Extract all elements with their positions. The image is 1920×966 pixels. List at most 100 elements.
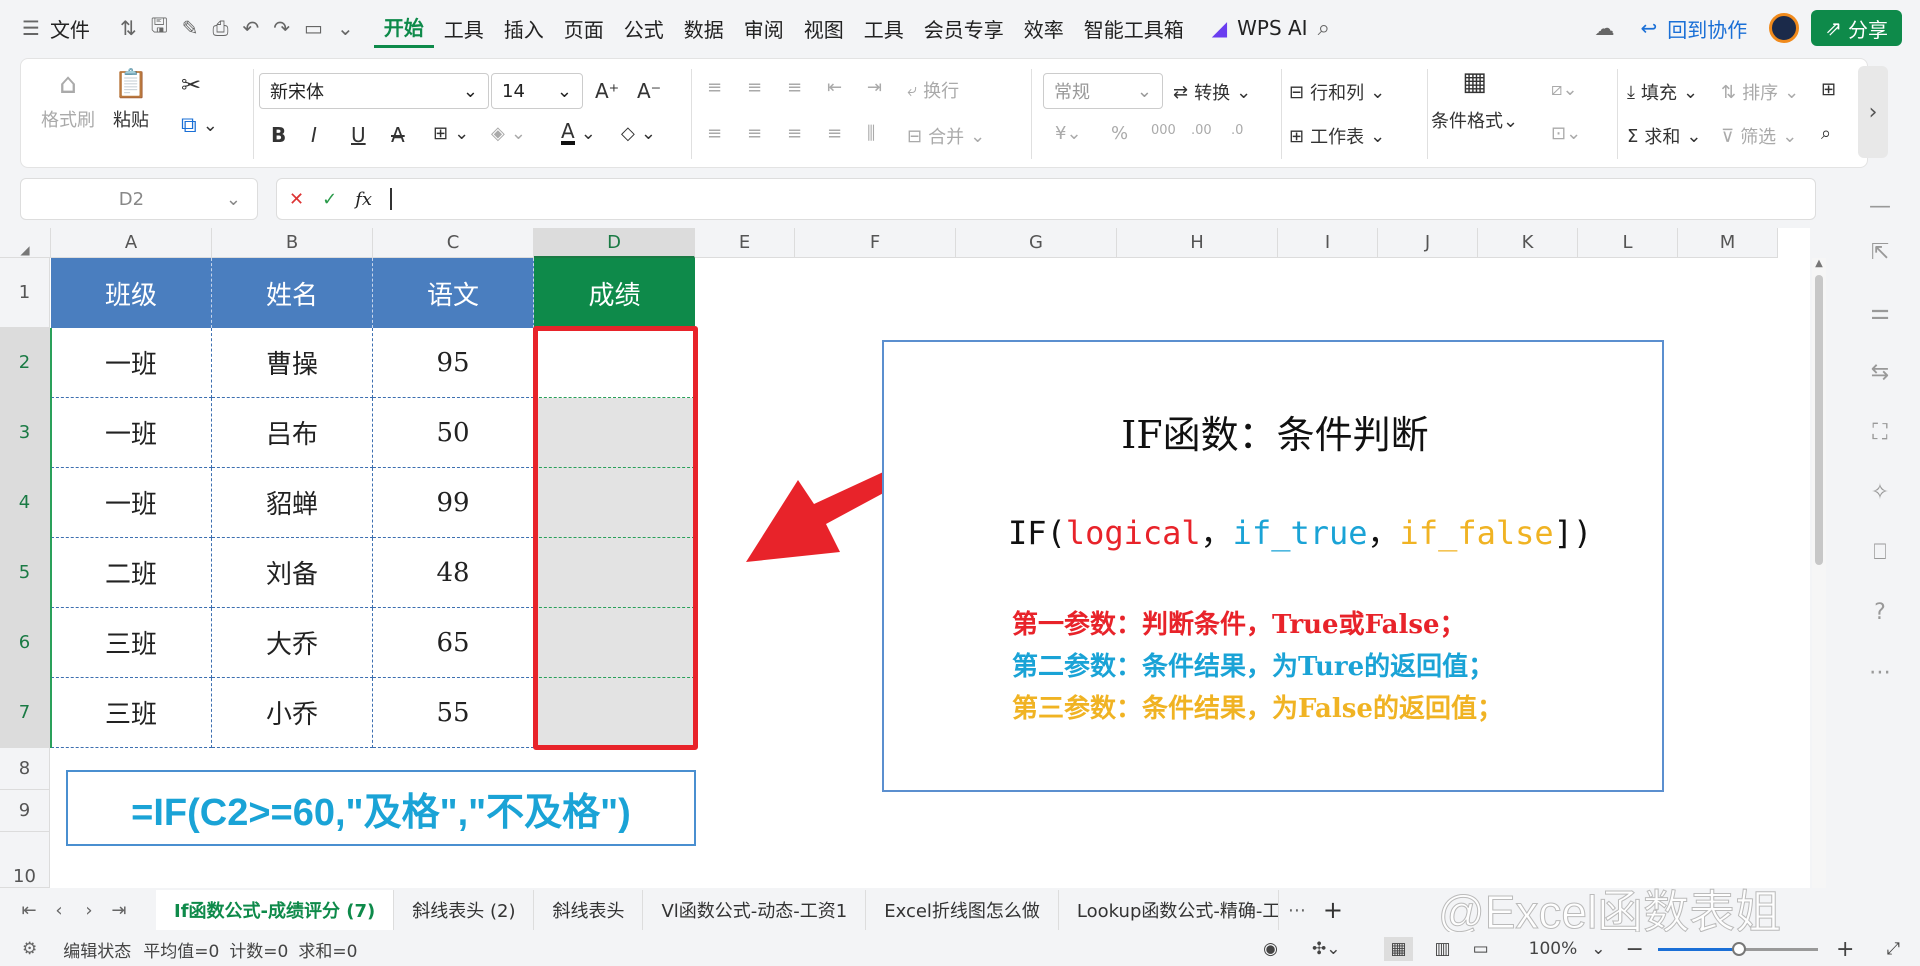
sheet-tab[interactable]: Lookup函数公式-精确-工资 [1059, 890, 1279, 930]
tab-home[interactable]: 开始 [373, 8, 434, 48]
save-icon[interactable]: 🖫 [151, 11, 168, 45]
col-header-j[interactable]: J [1378, 228, 1478, 258]
cut-button[interactable]: ✂ [181, 71, 201, 99]
table-cell[interactable]: 刘备 [212, 538, 373, 608]
table-cell[interactable]: 50 [373, 398, 534, 468]
cancel-icon[interactable]: ✕ [289, 189, 304, 210]
fill-button[interactable]: ⤓ 填充 ⌄ [1627, 79, 1698, 105]
conditional-format-button[interactable]: ▦ 条件格式⌄ [1431, 67, 1518, 133]
table-cell[interactable]: 99 [373, 468, 534, 538]
number-format-select[interactable]: 常规 ⌄ [1043, 73, 1163, 109]
chevron-down-icon[interactable]: ⌄ [1591, 939, 1605, 959]
confirm-icon[interactable]: ✓ [322, 189, 337, 210]
sheet-tab[interactable]: If函数公式-成绩评分 (7) [156, 890, 395, 930]
col-header-e[interactable]: E [695, 228, 795, 258]
wrap-text-button[interactable]: ⤶ 换行 [907, 77, 959, 103]
undo-history-icon[interactable]: ⇅ [120, 16, 137, 40]
table-cell[interactable]: 一班 [51, 398, 212, 468]
sum-button[interactable]: Σ 求和 ⌄ [1627, 123, 1701, 149]
book-icon[interactable]: ⎕ [1864, 536, 1896, 568]
table-cell[interactable]: 95 [373, 328, 534, 398]
normal-view-icon[interactable]: ▦ [1384, 937, 1413, 961]
rows-cols-button[interactable]: ⊟ 行和列 ⌄ [1289, 79, 1385, 105]
table-cell[interactable]: 一班 [51, 468, 212, 538]
redo-icon[interactable]: ↷ [273, 16, 290, 40]
row-header-7[interactable]: 7 [0, 678, 50, 748]
zoom-out-icon[interactable]: − [1626, 937, 1644, 962]
table-style-button[interactable]: ⊡⌄ [1551, 123, 1581, 144]
sheet-tab[interactable]: 斜线表头 [534, 890, 644, 930]
table-cell[interactable]: 吕布 [212, 398, 373, 468]
tab-tools[interactable]: 工具 [434, 8, 494, 48]
align-middle-button[interactable]: ≡ [747, 77, 762, 98]
font-color-button[interactable]: A ⌄ [561, 121, 596, 145]
align-bottom-button[interactable]: ≡ [787, 77, 802, 98]
undo-icon[interactable]: ↶ [243, 16, 260, 40]
decimal-decrease-button[interactable]: .0 [1231, 123, 1243, 138]
format-painter-button[interactable]: ⌂ 格式刷 [41, 67, 95, 132]
tab-review[interactable]: 审阅 [734, 8, 794, 48]
vertical-scrollbar[interactable]: ▲ [1812, 258, 1826, 888]
merge-button[interactable]: ⊟ 合并 ⌄ [907, 123, 985, 149]
col-header-d[interactable]: D [534, 228, 695, 258]
sheet-tab[interactable]: 斜线表头 (2) [394, 890, 535, 930]
zoom-in-icon[interactable]: + [1836, 937, 1854, 962]
zoom-slider-thumb[interactable] [1731, 941, 1746, 956]
col-header-a[interactable]: A [51, 228, 212, 258]
tab-page[interactable]: 页面 [554, 8, 614, 48]
col-header-b[interactable]: B [212, 228, 373, 258]
table-cell[interactable]: 小乔 [212, 678, 373, 748]
cloud-sync-icon[interactable]: ☁ [1594, 16, 1614, 40]
tab-smart-toolbox[interactable]: 智能工具箱 [1074, 8, 1194, 48]
row-header-1[interactable]: 1 [0, 258, 50, 328]
sheet-tab[interactable]: Vl函数公式-动态-工资1 [643, 890, 867, 930]
align-top-button[interactable]: ≡ [707, 77, 722, 98]
col-header-l[interactable]: L [1578, 228, 1678, 258]
tab-efficiency[interactable]: 效率 [1014, 8, 1074, 48]
eye-icon[interactable]: ◉ [1263, 939, 1278, 959]
italic-button[interactable]: I [311, 123, 317, 147]
decimal-increase-button[interactable]: .00 [1191, 123, 1212, 138]
col-header-c[interactable]: C [373, 228, 534, 258]
distribute-button[interactable]: ⫼ [867, 123, 875, 144]
table-cell[interactable]: 大乔 [212, 608, 373, 678]
increase-font-button[interactable]: A⁺ [595, 79, 619, 103]
font-size-select[interactable]: 14 ⌄ [491, 73, 583, 109]
vertical-scroll-thumb[interactable] [1815, 275, 1823, 565]
tab-member[interactable]: 会员专享 [914, 8, 1014, 48]
bold-button[interactable]: B [271, 123, 286, 147]
currency-button[interactable]: ¥⌄ [1055, 123, 1082, 144]
transfer-icon[interactable]: ⇆ [1864, 356, 1896, 388]
row-header-9[interactable]: 9 [0, 790, 50, 832]
header-cell-name[interactable]: 姓名 [212, 258, 373, 328]
col-header-h[interactable]: H [1117, 228, 1278, 258]
crosshair-icon[interactable]: ✣⌄ [1312, 939, 1341, 959]
window-icon[interactable]: ▭ [304, 16, 323, 40]
sort-button[interactable]: ⇅ 排序 ⌄ [1721, 79, 1799, 105]
row-header-5[interactable]: 5 [0, 538, 50, 608]
prev-sheet-icon[interactable]: ‹ [44, 900, 74, 921]
strikethrough-button[interactable]: A [391, 123, 405, 147]
zoom-slider[interactable] [1657, 941, 1818, 956]
first-sheet-icon[interactable]: ⇤ [14, 900, 44, 921]
tab-tools-2[interactable]: 工具 [854, 8, 914, 48]
row-header-8[interactable]: 8 [0, 748, 50, 790]
share-button[interactable]: ⇗ 分享 [1811, 10, 1902, 46]
percent-button[interactable]: % [1111, 123, 1128, 144]
menu-file[interactable]: 文件 [40, 8, 100, 48]
worksheet-button[interactable]: ⊞ 工作表 ⌄ [1289, 123, 1385, 149]
print-preview-icon[interactable]: ⎙ [213, 16, 229, 40]
cursor-icon[interactable]: ⇱ [1864, 236, 1896, 268]
decrease-font-button[interactable]: A⁻ [637, 79, 661, 103]
indent-increase-button[interactable]: ⇥ [867, 77, 882, 98]
row-header-3[interactable]: 3 [0, 398, 50, 468]
paste-button[interactable]: 📋 粘贴 [113, 67, 149, 132]
next-sheet-icon[interactable]: › [74, 900, 104, 921]
tools-icon[interactable]: ✧ [1864, 476, 1896, 508]
header-cell-class[interactable]: 班级 [51, 258, 212, 328]
row-header-2[interactable]: 2 [0, 328, 50, 398]
tab-data[interactable]: 数据 [674, 8, 734, 48]
spreadsheet-grid[interactable]: ◢ A B C D E F G H I J K L M 1 2 3 4 5 6 … [0, 228, 1826, 888]
last-sheet-icon[interactable]: ⇥ [104, 900, 134, 921]
brush-icon[interactable]: ✎ [182, 16, 199, 40]
